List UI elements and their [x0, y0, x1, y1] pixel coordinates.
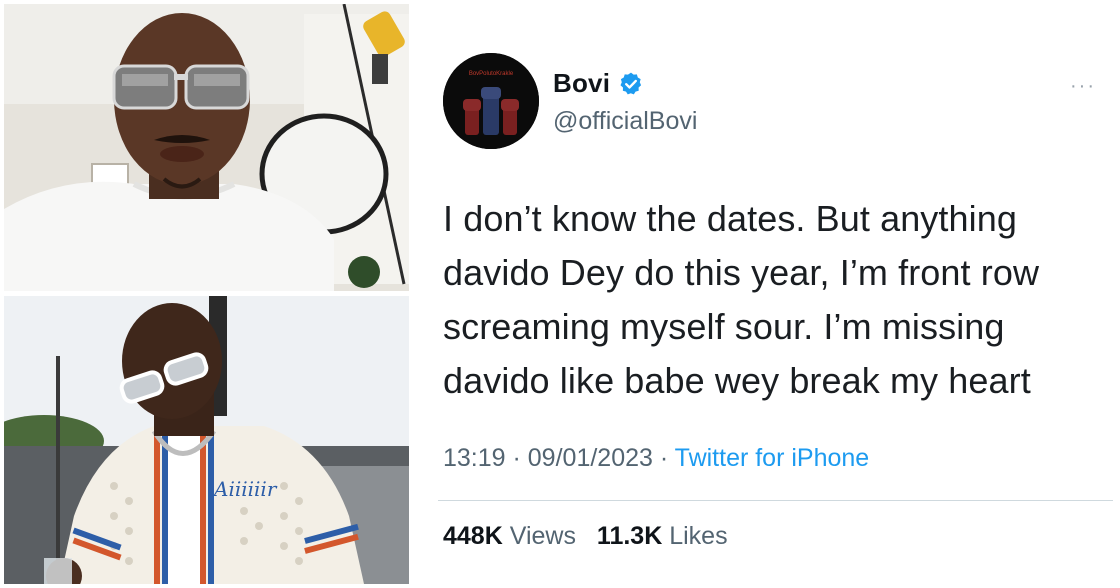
display-name[interactable]: Bovi — [553, 68, 610, 99]
photo-davido-illustration: Aiiiiiir — [4, 296, 409, 584]
tweet-date[interactable]: 09/01/2023 — [528, 444, 653, 472]
meta-separator: · — [652, 444, 675, 472]
tweet-text-line: davido like babe wey break my heart — [443, 360, 1031, 401]
views-label: Views — [509, 522, 576, 550]
tweet-card: BovPolutoKrakle Bovi @officialBovi ··· I… — [418, 0, 1118, 588]
views-stat[interactable]: 448K Views — [443, 522, 583, 550]
tweet-text-line: davido Dey do this year, I’m front row — [443, 252, 1040, 293]
photo-bovi-illustration — [4, 4, 409, 291]
tweet-text: I don’t know the dates. But anything dav… — [443, 192, 1103, 408]
more-options-icon[interactable]: ··· — [1070, 76, 1096, 96]
likes-stat[interactable]: 11.3K Likes — [597, 522, 728, 550]
avatar-caption: BovPolutoKrakle — [469, 71, 514, 77]
display-name-row: Bovi — [553, 68, 697, 99]
tweet-text-line: I don’t know the dates. But anything — [443, 198, 1017, 239]
photo-davido: Aiiiiiir — [4, 296, 409, 584]
verified-badge-icon — [618, 71, 644, 97]
tweet-source-link[interactable]: Twitter for iPhone — [675, 444, 870, 472]
tweet-text-line: screaming myself sour. I’m missing — [443, 306, 1005, 347]
handle[interactable]: @officialBovi — [553, 107, 697, 136]
likes-label: Likes — [669, 522, 728, 550]
tweet-meta: 13:19 · 09/01/2023 · Twitter for iPhone — [443, 444, 869, 473]
tweet-time[interactable]: 13:19 — [443, 444, 506, 472]
tweet-stats: 448K Views 11.3K Likes — [443, 522, 742, 551]
collage: Aiiiiiir BovPolutoKrakle Bovi @officialB… — [0, 0, 1120, 588]
views-count: 448K — [443, 522, 503, 550]
meta-separator: · — [505, 444, 528, 472]
tweet-author: Bovi @officialBovi — [553, 68, 697, 136]
likes-count: 11.3K — [596, 522, 663, 550]
divider — [438, 500, 1113, 501]
shirt-embroidery-text: Aiiiiiir — [212, 477, 278, 501]
avatar[interactable]: BovPolutoKrakle — [443, 53, 539, 149]
avatar-image: BovPolutoKrakle — [443, 53, 539, 149]
photo-bovi-selfie — [4, 4, 409, 291]
